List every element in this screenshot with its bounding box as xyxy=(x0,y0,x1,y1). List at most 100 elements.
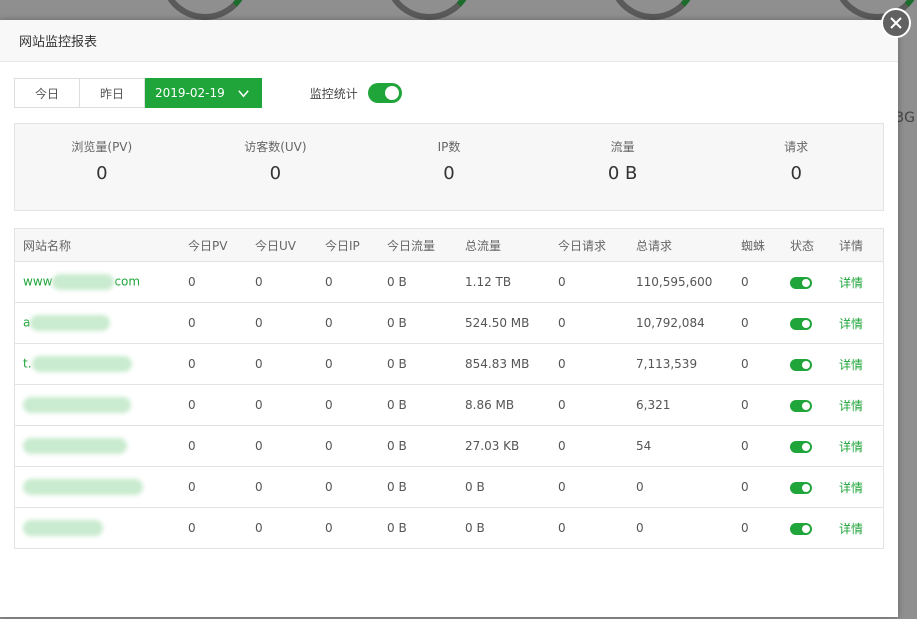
detail-link[interactable]: 详情 xyxy=(839,481,863,495)
cell-total-flow: 1.12 TB xyxy=(457,261,550,303)
toolbar: 今日 昨日 2019-02-19 监控统计 xyxy=(14,78,402,108)
col-header: 今日流量 xyxy=(379,229,457,262)
table-row: t. 0 0 0 0 B 854.83 MB 0 7,113,539 0 详情 xyxy=(15,343,883,385)
cell-status xyxy=(782,425,831,467)
site-name-link[interactable] xyxy=(15,507,180,549)
cell-total-requests: 54 xyxy=(628,425,733,467)
stat-label: 流量 xyxy=(610,140,635,154)
cell-today-requests: 0 xyxy=(550,261,628,303)
status-switch[interactable] xyxy=(790,358,812,371)
cell-today-ip: 0 xyxy=(317,425,379,467)
cell-today-flow: 0 B xyxy=(379,425,457,467)
cell-today-pv: 0 xyxy=(180,343,247,385)
cell-today-ip: 0 xyxy=(317,302,379,344)
cell-today-ip: 0 xyxy=(317,261,379,303)
date-picker-button[interactable]: 2019-02-19 xyxy=(145,78,262,108)
site-name-link[interactable] xyxy=(15,425,180,467)
redacted-block xyxy=(23,479,143,495)
table-row: 0000 B0 B 0 0 0 详情 xyxy=(15,466,883,508)
stat-requests: 请求 0 xyxy=(709,124,883,210)
detail-link[interactable]: 详情 xyxy=(839,440,863,454)
detail-link[interactable]: 详情 xyxy=(839,276,863,290)
col-header: 蜘蛛 xyxy=(733,229,782,262)
detail-link[interactable]: 详情 xyxy=(839,317,863,331)
stat-value: 0 xyxy=(96,163,108,184)
stat-pv: 浏览量(PV) 0 xyxy=(15,124,189,210)
site-name-link[interactable] xyxy=(15,384,180,426)
redacted-block xyxy=(31,356,132,372)
cell-today-pv: 0 xyxy=(180,425,247,467)
site-name-link[interactable] xyxy=(15,466,180,508)
cell-total-flow: 0 B xyxy=(457,466,550,508)
cell-today-pv: 0 xyxy=(180,261,247,303)
cell-total-flow: 8.86 MB xyxy=(457,384,550,426)
cell-total-flow: 0 B xyxy=(457,507,550,549)
cell-today-uv: 0 xyxy=(247,425,317,467)
cell-today-pv: 0 xyxy=(180,384,247,426)
today-button[interactable]: 今日 xyxy=(14,78,81,108)
cell-detail: 详情 xyxy=(831,425,883,467)
cell-today-requests: 0 xyxy=(550,466,628,508)
cell-today-flow: 0 B xyxy=(379,261,457,303)
redacted-block xyxy=(52,274,115,290)
cell-today-pv: 0 xyxy=(180,302,247,344)
stat-label: 请求 xyxy=(784,140,809,154)
col-header: 网站名称 xyxy=(15,229,180,262)
detail-link[interactable]: 详情 xyxy=(839,522,863,536)
cell-today-flow: 0 B xyxy=(379,384,457,426)
cell-total-flow: 854.83 MB xyxy=(457,343,550,385)
cell-spider: 0 xyxy=(733,343,782,385)
background-side-text: 3G xyxy=(895,110,915,126)
cell-today-pv: 0 xyxy=(180,507,247,549)
cell-today-flow: 0 B xyxy=(379,466,457,508)
stat-uv: 访客数(UV) 0 xyxy=(189,124,363,210)
status-switch[interactable] xyxy=(790,481,812,494)
cell-status xyxy=(782,384,831,426)
cell-detail: 详情 xyxy=(831,302,883,344)
status-switch[interactable] xyxy=(790,440,812,453)
stat-label: IP数 xyxy=(437,140,461,154)
cell-total-requests: 110,595,600 xyxy=(628,261,733,303)
status-switch[interactable] xyxy=(790,399,812,412)
stat-value: 0 xyxy=(790,163,802,184)
summary-panel: 浏览量(PV) 0 访客数(UV) 0 IP数 0 流量 0 B 请求 0 xyxy=(14,123,884,211)
cell-status xyxy=(782,466,831,508)
cell-total-flow: 27.03 KB xyxy=(457,425,550,467)
cell-today-requests: 0 xyxy=(550,384,628,426)
status-switch[interactable] xyxy=(790,317,812,330)
detail-link[interactable]: 详情 xyxy=(839,358,863,372)
cell-total-requests: 6,321 xyxy=(628,384,733,426)
cell-today-uv: 0 xyxy=(247,466,317,508)
modal-header: 网站监控报表 xyxy=(0,20,898,62)
monitor-switch[interactable] xyxy=(367,83,402,103)
site-name-suffix: com xyxy=(114,274,141,289)
cell-status xyxy=(782,302,831,344)
cell-today-requests: 0 xyxy=(550,343,628,385)
status-switch[interactable] xyxy=(790,522,812,535)
site-name-link[interactable]: t. xyxy=(15,343,180,385)
cell-spider: 0 xyxy=(733,384,782,426)
monitor-label: 监控统计 xyxy=(309,86,358,101)
stat-value: 0 xyxy=(269,163,282,184)
yesterday-button[interactable]: 昨日 xyxy=(80,78,146,108)
cell-spider: 0 xyxy=(733,261,782,303)
col-header: 总流量 xyxy=(457,229,550,262)
cell-detail: 详情 xyxy=(831,507,883,549)
stat-label: 浏览量(PV) xyxy=(71,140,133,154)
cell-today-flow: 0 B xyxy=(379,343,457,385)
site-name-prefix: a xyxy=(23,315,31,330)
sites-table-wrap: 网站名称 今日PV 今日UV 今日IP 今日流量 总流量 今日请求 总请求 蜘蛛… xyxy=(14,228,884,549)
monitor-toggle-group: 监控统计 xyxy=(310,83,402,103)
site-name-link[interactable]: a xyxy=(15,302,180,344)
cell-today-flow: 0 B xyxy=(379,302,457,344)
cell-today-uv: 0 xyxy=(247,384,317,426)
status-switch[interactable] xyxy=(790,276,812,289)
cell-total-requests: 10,792,084 xyxy=(628,302,733,344)
cell-status xyxy=(782,507,831,549)
detail-link[interactable]: 详情 xyxy=(839,399,863,413)
close-button[interactable] xyxy=(881,8,911,38)
cell-today-requests: 0 xyxy=(550,302,628,344)
site-name-link[interactable]: www com xyxy=(15,261,180,303)
col-header: 详情 xyxy=(831,229,883,262)
background-gauge xyxy=(384,0,474,20)
